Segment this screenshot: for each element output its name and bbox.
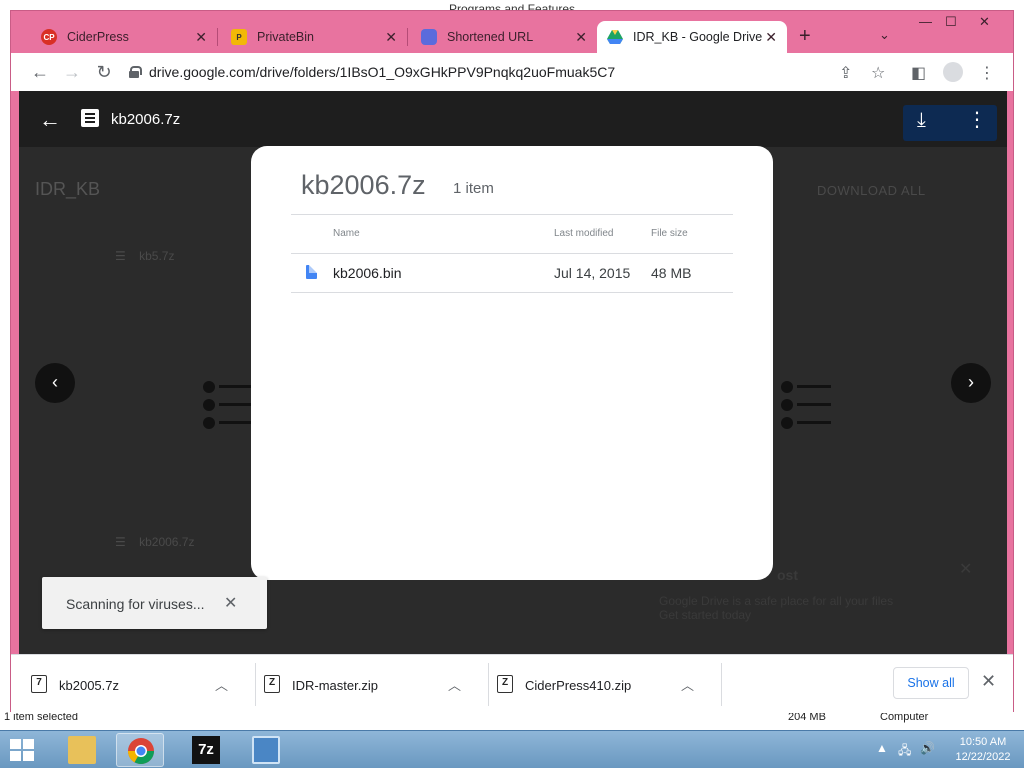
show-all-button[interactable]: Show all [893,667,969,699]
divider [291,292,733,293]
column-header-name: Name [333,228,360,239]
chevron-up-icon[interactable]: ︿ [681,675,694,694]
lock-icon [129,66,142,78]
close-icon[interactable]: ✕ [224,593,237,613]
tab-separator [407,28,408,46]
tab-label: IDR_KB - Google Drive [633,30,763,44]
chrome-taskbar-icon[interactable] [116,733,164,767]
network-icon[interactable]: 🖧 [898,741,911,762]
side-panel-icon[interactable]: ◧ [911,63,926,83]
close-icon[interactable]: ✕ [575,29,587,46]
next-chevron-icon[interactable]: › [951,363,991,403]
divider [291,253,733,254]
chevron-up-icon[interactable]: ︿ [448,675,461,694]
archive-contents-dialog: kb2006.7z 1 item Name Last modified File… [251,146,773,580]
document-icon [306,265,317,279]
download-all-link[interactable]: DOWNLOAD ALL [817,183,926,198]
share-icon[interactable]: ⇪ [839,63,852,83]
minimize-icon[interactable]: — [919,14,932,29]
chevron-up-icon[interactable]: ︿ [215,675,228,694]
background-file-item: ☰ kb5.7z [115,249,175,263]
system-clock[interactable]: 10:50 AM 12/22/2022 [950,735,1016,765]
back-arrow-icon[interactable]: ← [39,107,61,133]
privatebin-icon: P [231,29,247,45]
download-button[interactable]: ⤓ ⋮ [903,105,997,141]
menu-kebab-icon[interactable]: ⋮ [979,63,995,83]
column-header-modified: Last modified [554,228,614,239]
previous-chevron-icon[interactable]: ‹ [35,363,75,403]
zip-archive-icon: Z [497,675,513,693]
address-url: drive.google.com/drive/folders/1IBsO1_O9… [149,64,616,80]
file-size: 48 MB [651,265,692,281]
download-item[interactable]: Z IDR-master.zip ︿ [244,655,478,714]
maximize-icon[interactable]: ☐ [945,14,957,30]
forward-icon[interactable]: → [61,62,83,83]
archive-file-icon [81,109,99,127]
volume-icon[interactable]: 🔊 [920,741,935,755]
tab-shortened-url[interactable]: Shortened URL ✕ [411,21,597,53]
7zip-taskbar-icon[interactable]: 7z [182,733,230,767]
promo-close-icon[interactable]: ✕ [959,559,972,579]
chevron-down-icon[interactable]: ⌄ [879,27,890,43]
download-item-name: CiderPress410.zip [525,678,632,693]
tab-label: Shortened URL [447,30,534,44]
viewer-file-title: kb2006.7z [111,111,181,128]
tab-ciderpress[interactable]: CP CiderPress ✕ [31,21,217,53]
download-item-name: kb2005.7z [59,678,119,693]
tab-strip: CP CiderPress ✕ P PrivateBin ✕ Shortened… [11,11,1013,53]
tab-label: PrivateBin [257,30,314,44]
file-modified: Jul 14, 2015 [554,265,631,281]
promo-title: ost [777,567,798,583]
background-file-item: ☰ kb2006.7z [115,535,195,549]
download-icon: ⤓ [917,109,926,131]
close-icon[interactable]: ✕ [385,29,397,46]
7z-archive-icon: 7 [31,675,47,693]
download-shelf: 7 kb2005.7z ︿ Z IDR-master.zip ︿ Z Cider… [11,654,1013,713]
address-bar[interactable]: drive.google.com/drive/folders/1IBsO1_O9… [129,58,889,86]
clock-time: 10:50 AM [959,736,1007,748]
tray-expand-icon[interactable]: ▲ [876,741,888,755]
dialog-title: kb2006.7z [301,170,426,200]
column-header-size: File size [651,228,688,239]
file-explorer-taskbar-icon[interactable] [58,733,106,767]
toast-message: Scanning for viruses... [66,596,205,612]
profile-avatar-icon[interactable] [943,62,963,82]
shelf-separator [721,663,722,706]
ciderpress-icon: CP [41,29,57,45]
close-icon[interactable]: ✕ [981,671,996,692]
bookmark-star-icon[interactable]: ☆ [871,63,885,83]
folder-title: IDR_KB [35,179,101,199]
taskbar: 7z ▲ 🖧 🔊 10:50 AM 12/22/2022 [0,730,1024,768]
virus-scan-toast: Scanning for viruses... ✕ [42,577,267,629]
download-item-name: IDR-master.zip [292,678,378,693]
viewer-header: ← kb2006.7z ⤓ ⋮ [19,91,1007,147]
window-close-icon[interactable]: ✕ [979,14,990,30]
clock-date: 12/22/2022 [955,751,1011,763]
file-name[interactable]: kb2006.bin [333,265,402,281]
reload-icon[interactable]: ↻ [93,62,115,83]
back-icon[interactable]: ← [29,62,51,83]
browser-toolbar: ← → ↻ drive.google.com/drive/folders/1IB… [11,53,1013,91]
divider [291,214,733,215]
start-button-icon[interactable] [10,739,36,761]
google-drive-icon [607,29,623,45]
download-item[interactable]: 7 kb2005.7z ︿ [11,655,245,714]
tab-label: CiderPress [67,30,129,44]
download-item[interactable]: Z CiderPress410.zip ︿ [477,655,711,714]
zip-archive-icon: Z [264,675,280,693]
more-options-icon[interactable]: ⋮ [967,107,987,132]
tab-google-drive[interactable]: IDR_KB - Google Drive ✕ [597,21,787,53]
item-count: 1 item [453,180,494,197]
close-icon[interactable]: ✕ [765,29,777,46]
promo-text: Google Drive is a safe place for all you… [659,594,894,622]
shortened-url-icon [421,29,437,45]
new-tab-icon[interactable]: + [799,25,811,48]
control-panel-taskbar-icon[interactable] [242,733,290,767]
tab-privatebin[interactable]: P PrivateBin ✕ [221,21,407,53]
tab-separator [217,28,218,46]
close-icon[interactable]: ✕ [195,29,207,46]
